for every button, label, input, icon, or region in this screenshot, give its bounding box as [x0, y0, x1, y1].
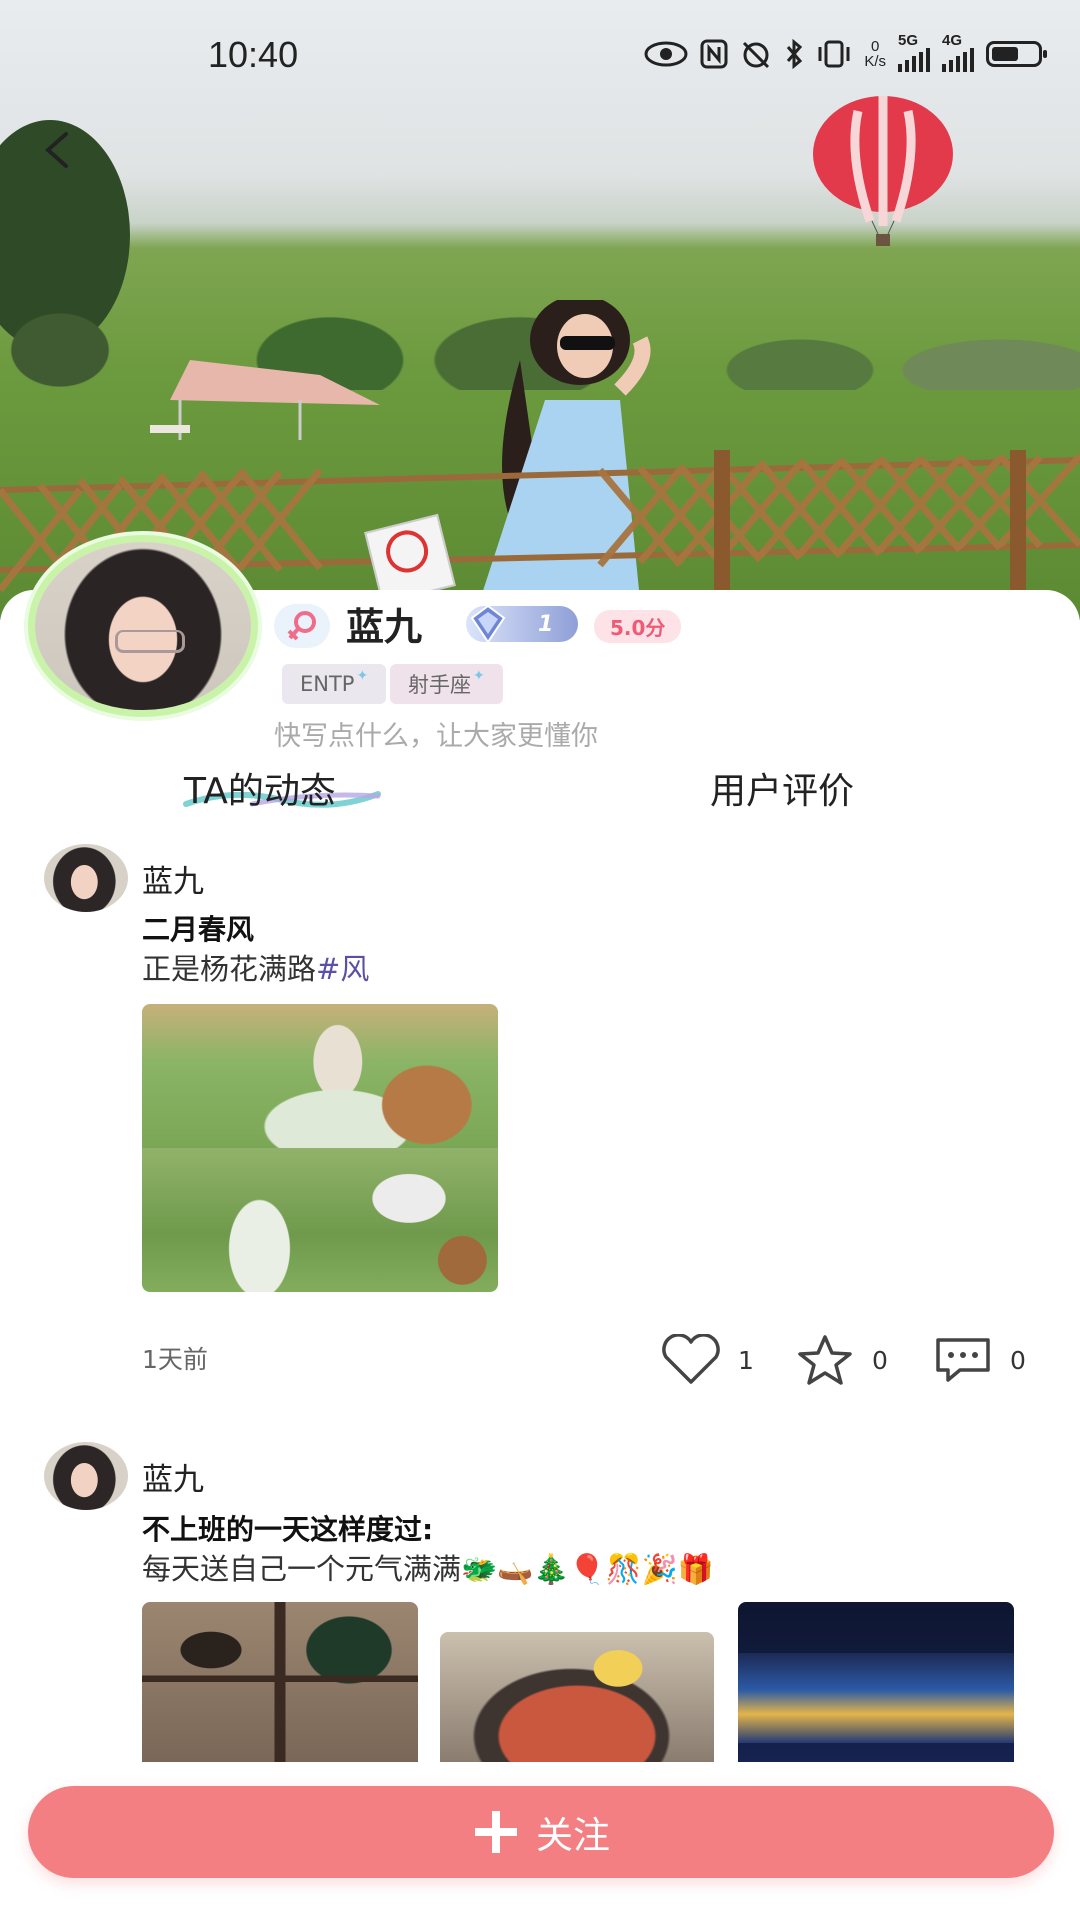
post-text: 正是杨花满路#风	[142, 946, 369, 988]
battery-icon	[986, 41, 1047, 67]
like-count: 1	[738, 1345, 754, 1375]
back-arrow-icon[interactable]	[38, 128, 78, 172]
signal-4g-icon: 4G	[942, 32, 974, 72]
comment-button[interactable]: 0	[932, 1334, 1026, 1386]
diamond-icon	[470, 604, 506, 644]
post-author-name[interactable]: 蓝九	[142, 856, 204, 901]
rating-score-badge: 5.0分	[594, 610, 682, 643]
profile-avatar[interactable]	[28, 535, 258, 717]
hot-air-balloon	[813, 96, 953, 246]
status-time: 10:40	[208, 34, 299, 75]
bluetooth-icon	[787, 39, 803, 69]
comment-count: 0	[1010, 1345, 1026, 1375]
zodiac-tag-label: 射手座	[408, 673, 471, 697]
signal-4g-label: 4G	[942, 32, 963, 49]
bio-placeholder[interactable]: 快写点什么，让大家更懂你	[274, 714, 598, 753]
network-speed-value: 0	[870, 38, 880, 55]
post-text: 每天送自己一个元气满满🐲🛶🎄🎈🎊🎉🎁	[142, 1546, 714, 1588]
status-icons: 0 K/s 5G 4G	[644, 32, 1047, 72]
post-title: 不上班的一天这样度过:	[142, 1513, 434, 1546]
signal-5g-label: 5G	[898, 32, 919, 49]
post-author-name[interactable]: 蓝九	[142, 1454, 204, 1499]
signal-5g-icon: 5G	[898, 32, 930, 72]
post-title: 二月春风	[142, 913, 255, 946]
nfc-icon	[700, 39, 728, 69]
post-timestamp: 1天前	[142, 1345, 208, 1374]
post-text-body: 正是杨花满路	[142, 952, 317, 986]
tab-feed[interactable]: TA的动态	[184, 762, 336, 814]
post-text-body: 每天送自己一个元气满满	[142, 1552, 462, 1586]
zodiac-tag: 射手座 ✦	[390, 664, 503, 704]
follow-button[interactable]: 关注	[28, 1786, 1054, 1878]
post-image[interactable]	[440, 1632, 714, 1762]
favorite-count: 0	[872, 1345, 888, 1375]
post-image[interactable]	[142, 1004, 498, 1148]
status-bar: 10:40 0 K/s 5G 4G	[0, 0, 1080, 110]
avatar-photo	[35, 542, 251, 710]
post-image[interactable]	[142, 1602, 418, 1762]
profile-name: 蓝九	[346, 605, 423, 649]
post-image[interactable]	[738, 1602, 1014, 1762]
canopy-tent	[150, 360, 380, 440]
network-speed-unit: K/s	[864, 53, 886, 70]
level-number: 1	[538, 611, 554, 637]
post-image[interactable]	[142, 1148, 498, 1292]
vibrate-icon	[818, 40, 850, 68]
comment-icon	[936, 1338, 990, 1382]
level-badge: 1	[466, 604, 578, 644]
sparkle-icon: ✦	[473, 668, 485, 684]
alarm-off-icon	[743, 41, 770, 69]
post-emojis: 🐲🛶🎄🎈🎊🎉🎁	[461, 1552, 714, 1586]
sparkle-icon: ✦	[356, 668, 369, 684]
star-icon	[798, 1335, 852, 1385]
post-hashtag[interactable]: #风	[316, 952, 369, 986]
eye-icon	[644, 41, 688, 67]
mbti-tag: ENTP ✦	[282, 664, 387, 704]
favorite-button[interactable]: 0	[794, 1334, 888, 1386]
post-author-avatar[interactable]	[44, 1442, 128, 1510]
gender-female-icon	[274, 604, 330, 648]
like-button[interactable]: 1	[660, 1334, 754, 1386]
heart-icon	[662, 1334, 720, 1384]
post-author-avatar[interactable]	[44, 844, 128, 912]
follow-button-label: 关注	[536, 1814, 610, 1857]
mbti-tag-label: ENTP	[300, 672, 355, 696]
plus-icon	[475, 1811, 517, 1853]
network-speed: 0 K/s	[864, 39, 886, 69]
tab-reviews[interactable]: 用户评价	[710, 762, 854, 814]
female-symbol-icon	[287, 611, 316, 641]
